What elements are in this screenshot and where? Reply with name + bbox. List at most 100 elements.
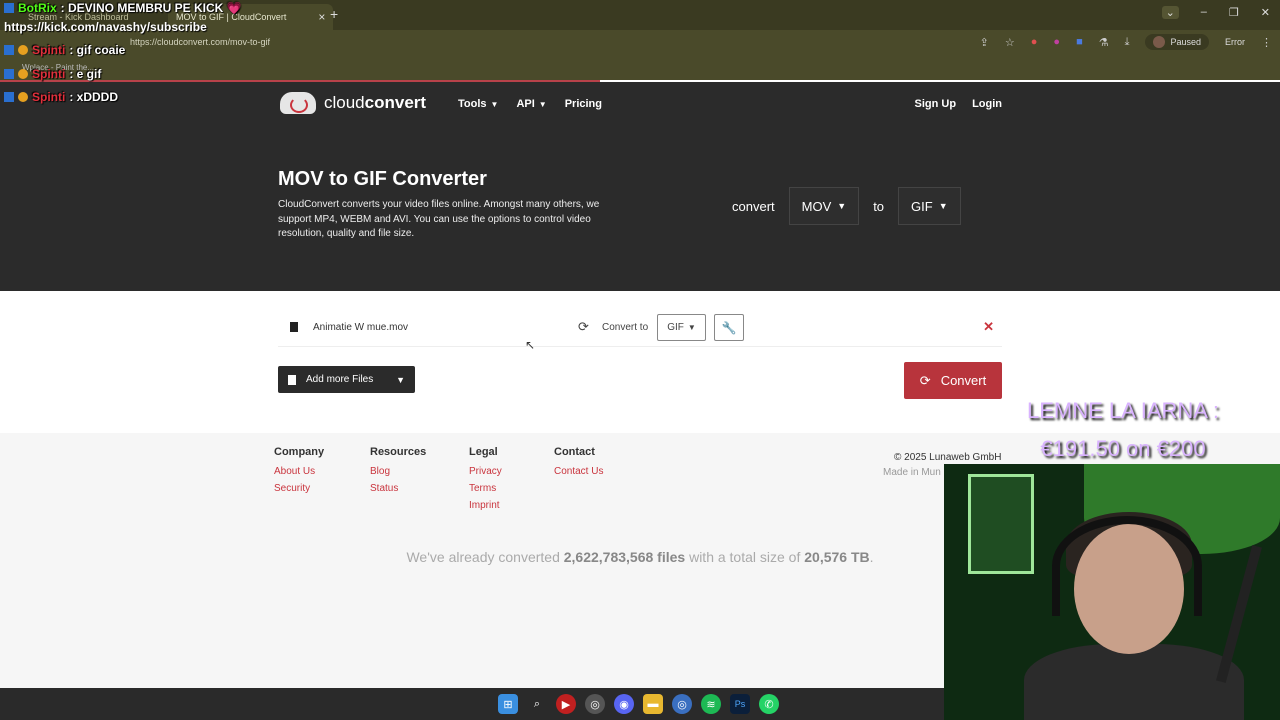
footer-col-contact: Contact Contact Us (554, 446, 603, 483)
refresh-icon: ⟳ (919, 372, 931, 388)
nav-tools[interactable]: Tools ▼ (458, 98, 498, 110)
chat-message: Spinti: xDDDD (4, 90, 118, 104)
bookmarks-bar: Wplace - Paint the... (0, 56, 1280, 80)
donation-goal: LEMNE LA IARNA : €191.50 on €200 (1004, 392, 1242, 468)
footer-link-status[interactable]: Status (370, 483, 426, 494)
cloud-logo-icon (280, 92, 316, 114)
menu-icon[interactable]: ⋮ (1261, 36, 1272, 49)
goal-title: LEMNE LA IARNA : (1027, 398, 1219, 423)
sub-badge-icon (18, 45, 28, 55)
close-tab-icon[interactable]: × (318, 10, 325, 24)
remove-file-icon[interactable]: ✕ (983, 319, 994, 335)
new-tab-icon[interactable]: + (330, 6, 338, 22)
add-more-files-button[interactable]: Add more Files ▼ (278, 366, 415, 393)
close-window-icon[interactable]: ✕ (1261, 6, 1270, 19)
footer-link-terms[interactable]: Terms (469, 483, 502, 494)
page-description: CloudConvert converts your video files o… (278, 199, 600, 239)
toolbar-icons: ⇪ ☆ ● ● ■ ⚗ ⤓ Paused Error ⋮ (980, 34, 1272, 50)
folder-icon[interactable]: ▬ (643, 694, 663, 714)
convert-button[interactable]: ⟳ Convert (904, 362, 1002, 399)
discord-icon[interactable]: ◉ (614, 694, 634, 714)
chevron-down-icon: ▼ (490, 100, 499, 109)
footer-link-about[interactable]: About Us (274, 466, 324, 477)
login-link[interactable]: Login (972, 98, 1002, 110)
sub-badge-icon (18, 69, 28, 79)
file-plus-icon (288, 374, 296, 385)
extension-icon[interactable]: ● (1053, 36, 1060, 48)
webcam-feed (944, 464, 1280, 720)
badge-icon (4, 3, 14, 13)
footer-heading: Legal (469, 446, 498, 458)
from-format-dropdown[interactable]: MOV ▼ (788, 187, 860, 225)
media-player-icon[interactable]: ▶ (556, 694, 576, 714)
subscribe-link: https://kick.com/navashy/subscribe (4, 20, 207, 34)
chevron-down-icon: ▼ (538, 100, 547, 109)
file-icon (290, 322, 298, 332)
spotify-icon[interactable]: ≋ (701, 694, 721, 714)
mouse-cursor-icon: ↖ (525, 338, 536, 352)
refresh-icon[interactable]: ⟳ (578, 319, 589, 335)
profile-paused-button[interactable]: Paused (1145, 34, 1209, 50)
start-icon[interactable]: ⊞ (498, 694, 518, 714)
settings-wrench-icon[interactable]: 🔧 (714, 314, 744, 341)
footer-col-legal: Legal Privacy Terms Imprint (469, 446, 502, 517)
convert-label: Convert (940, 373, 987, 388)
tab-search-icon[interactable]: ⌄ (1161, 6, 1179, 19)
search-icon[interactable]: ⌕ (527, 694, 547, 714)
to-word: to (873, 198, 885, 214)
stats-files: 2,622,783,568 files (563, 549, 686, 565)
paused-label: Paused (1170, 37, 1201, 47)
chevron-down-icon: ▼ (938, 201, 948, 211)
share-icon[interactable]: ⇪ (980, 36, 989, 49)
badge-icon (4, 69, 14, 79)
sub-badge-icon (18, 92, 28, 102)
photoshop-icon[interactable]: Ps (730, 694, 750, 714)
whatsapp-icon[interactable]: ✆ (759, 694, 779, 714)
footer-heading: Resources (370, 446, 427, 458)
chevron-down-icon: ▼ (837, 201, 847, 211)
add-more-label: Add more Files (306, 374, 374, 385)
browser-icon[interactable]: ◎ (672, 694, 692, 714)
hero-section (0, 82, 1280, 291)
chrome-icon[interactable]: ◎ (585, 694, 605, 714)
to-format-dropdown[interactable]: GIF ▼ (898, 187, 961, 225)
goal-amount: €191.50 on €200 (1040, 436, 1206, 461)
footer-link-imprint[interactable]: Imprint (469, 500, 502, 511)
chat-message: Spinti: gif coaie (4, 43, 125, 57)
auth-links: Sign Up Login (915, 98, 1003, 110)
maximize-icon[interactable]: ❐ (1229, 6, 1239, 19)
labs-icon[interactable]: ⚗ (1099, 36, 1109, 49)
footer-link-blog[interactable]: Blog (370, 466, 426, 477)
url-input[interactable]: https://cloudconvert.com/mov-to-gif (130, 37, 270, 47)
nav-pricing[interactable]: Pricing (565, 98, 602, 110)
error-label[interactable]: Error (1225, 37, 1245, 47)
site-logo[interactable]: cloudconvert (280, 92, 426, 114)
main-nav: Tools ▼ API ▼ Pricing (458, 98, 602, 110)
chat-message: BotRix: DEVINO MEMBRU PE KICK 💗 (4, 1, 242, 15)
window-in-background (968, 474, 1034, 574)
nav-api[interactable]: API ▼ (516, 98, 546, 110)
file-name: Animatie W mue.mov (313, 322, 409, 333)
convert-to-label: Convert to (602, 322, 649, 333)
download-icon[interactable]: ⤓ (1125, 36, 1130, 49)
footer-link-privacy[interactable]: Privacy (469, 466, 502, 477)
signup-link[interactable]: Sign Up (915, 98, 957, 110)
footer-link-security[interactable]: Security (274, 483, 324, 494)
made-in: Made in Mun (883, 467, 941, 478)
extension-icon[interactable]: ■ (1076, 36, 1083, 48)
page-title: MOV to GIF Converter (278, 168, 487, 190)
badge-icon (4, 45, 14, 55)
footer-heading: Contact (554, 446, 595, 458)
bookmark-icon[interactable]: ☆ (1005, 36, 1015, 49)
chat-message: Spinti: e gif (4, 67, 101, 81)
headset-icon (1052, 516, 1202, 616)
minimize-icon[interactable]: – (1201, 6, 1207, 19)
chevron-down-icon: ▼ (687, 323, 696, 332)
extension-icon[interactable]: ● (1031, 36, 1038, 48)
convert-word: convert (732, 198, 775, 214)
footer-link-contact[interactable]: Contact Us (554, 466, 603, 477)
footer-heading: Company (274, 446, 325, 458)
avatar (1153, 36, 1166, 48)
badge-icon (4, 92, 14, 102)
target-format-dropdown[interactable]: GIF ▼ (657, 314, 706, 341)
